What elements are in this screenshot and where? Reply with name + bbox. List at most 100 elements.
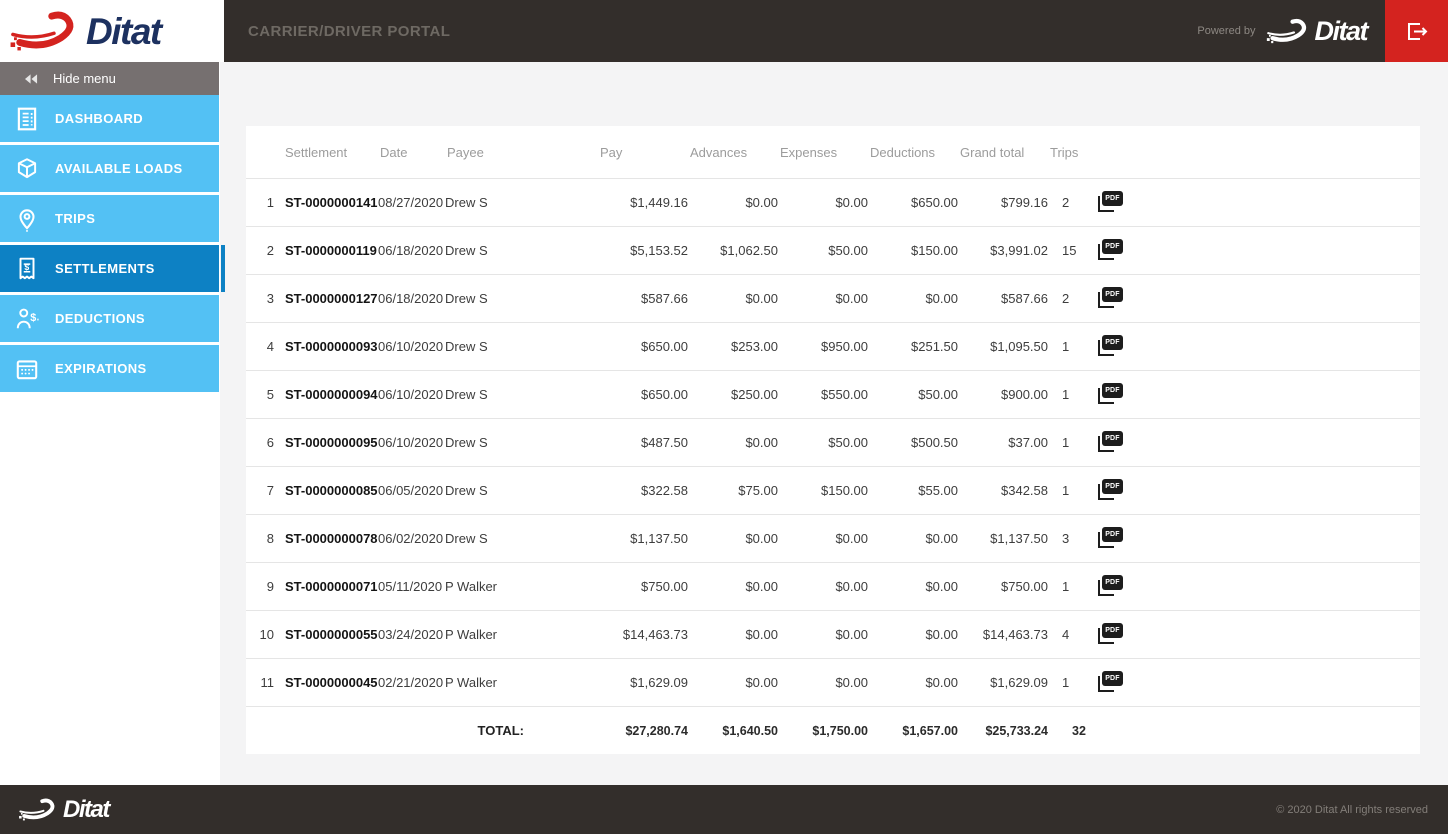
top-bar: Ditat CARRIER/DRIVER PORTAL Powered by [0,0,1448,62]
svg-text:$: $ [24,262,29,272]
row-number: 2 [246,243,274,258]
table-row: 9 ST-0000000071 05/11/2020 P Walker $750… [246,562,1420,610]
advances-amount: $0.00 [688,531,778,546]
sidebar-item-settlements[interactable]: $ SETTLEMENTS [0,245,219,292]
brand-name: Ditat [86,13,161,50]
settlement-id: ST-0000000085 [274,483,378,498]
total-advances: $1,640.50 [688,724,778,738]
settlements-table: Settlement Date Payee Pay Advances Expen… [246,126,1420,754]
pdf-icon[interactable]: PDF [1098,527,1123,548]
pdf-icon-label: PDF [1102,191,1123,206]
powered-by: Powered by Ditat [1197,16,1367,46]
ditat-logo-white: Ditat [1266,16,1368,46]
total-label: TOTAL: [445,723,598,738]
pdf-icon[interactable]: PDF [1098,335,1123,356]
pdf-icon-label: PDF [1102,479,1123,494]
table-row: 8 ST-0000000078 06/02/2020 Drew S $1,137… [246,514,1420,562]
pdf-icon-label: PDF [1102,239,1123,254]
pdf-icon[interactable]: PDF [1098,671,1123,692]
deductions-amount: $55.00 [868,483,958,498]
svg-text:$: $ [30,312,36,324]
trips-count: 1 [1048,579,1092,594]
trips-count: 1 [1048,483,1092,498]
footer: Ditat © 2020 Ditat All rights reserved [0,785,1448,834]
ditat-logo: Ditat [8,7,161,55]
settlement-date: 06/10/2020 [378,339,445,354]
pdf-icon[interactable]: PDF [1098,431,1123,452]
double-chevron-left-icon [25,74,38,84]
expenses-amount: $0.00 [778,675,868,690]
pdf-icon-label: PDF [1102,527,1123,542]
settlement-id: ST-0000000127 [274,291,378,306]
column-header-expenses: Expenses [778,145,868,160]
table-row: 4 ST-0000000093 06/10/2020 Drew S $650.0… [246,322,1420,370]
pdf-icon[interactable]: PDF [1098,575,1123,596]
brand-name: Ditat [1315,18,1368,45]
logout-button[interactable] [1385,0,1448,62]
trips-count: 15 [1048,243,1092,258]
pdf-icon[interactable]: PDF [1098,383,1123,404]
column-header-date: Date [378,145,445,160]
sidebar-item-trips[interactable]: TRIPS [0,195,219,242]
expenses-amount: $0.00 [778,627,868,642]
carrier-driver-portal: Ditat CARRIER/DRIVER PORTAL Powered by [0,0,1448,834]
hide-menu-label: Hide menu [53,71,116,86]
trips-count: 2 [1048,291,1092,306]
payee: Drew S [445,531,598,546]
sidebar-item-expirations[interactable]: EXPIRATIONS [0,345,219,392]
settlement-id: ST-0000000045 [274,675,378,690]
payee: Drew S [445,243,598,258]
table-row: 7 ST-0000000085 06/05/2020 Drew S $322.5… [246,466,1420,514]
expenses-amount: $0.00 [778,531,868,546]
sidebar: Hide menu DASHBOARD AVAILABLE LOADS TRIP… [0,62,220,785]
settlement-id: ST-0000000095 [274,435,378,450]
logo-area: Ditat [0,0,224,62]
advances-amount: $0.00 [688,291,778,306]
trips-count: 3 [1048,531,1092,546]
column-header-pay: Pay [598,145,688,160]
trips-count: 1 [1048,675,1092,690]
pay-amount: $322.58 [598,483,688,498]
pay-amount: $14,463.73 [598,627,688,642]
pdf-icon[interactable]: PDF [1098,191,1123,212]
table-row: 5 ST-0000000094 06/10/2020 Drew S $650.0… [246,370,1420,418]
row-number: 7 [246,483,274,498]
payee: Drew S [445,483,598,498]
powered-by-label: Powered by [1197,25,1255,37]
grand-total-amount: $750.00 [958,579,1048,594]
expenses-amount: $50.00 [778,435,868,450]
trips-count: 4 [1048,627,1092,642]
pdf-icon-label: PDF [1102,335,1123,350]
pdf-icon[interactable]: PDF [1098,287,1123,308]
dashboard-icon [13,105,40,132]
settlement-id: ST-0000000094 [274,387,378,402]
ditat-logo-footer: Ditat [18,796,109,823]
deductions-icon: $ [13,305,40,332]
advances-amount: $0.00 [688,195,778,210]
page-title: CARRIER/DRIVER PORTAL [248,23,450,40]
total-grand-total: $25,733.24 [958,724,1048,738]
total-trips: 32 [1048,724,1092,738]
sidebar-item-dashboard[interactable]: DASHBOARD [0,95,219,142]
brand-name: Ditat [63,798,109,822]
pdf-icon[interactable]: PDF [1098,623,1123,644]
grand-total-amount: $14,463.73 [958,627,1048,642]
row-number: 11 [246,675,274,690]
trips-icon [13,205,40,232]
sidebar-item-available-loads[interactable]: AVAILABLE LOADS [0,145,219,192]
table-row: 2 ST-0000000119 06/18/2020 Drew S $5,153… [246,226,1420,274]
sidebar-item-deductions[interactable]: $ DEDUCTIONS [0,295,219,342]
pdf-icon[interactable]: PDF [1098,239,1123,260]
table-row: 1 ST-0000000141 08/27/2020 Drew S $1,449… [246,178,1420,226]
grand-total-amount: $3,991.02 [958,243,1048,258]
pdf-icon[interactable]: PDF [1098,479,1123,500]
row-number: 9 [246,579,274,594]
deductions-amount: $251.50 [868,339,958,354]
payee: Drew S [445,291,598,306]
settlement-id: ST-0000000078 [274,531,378,546]
hide-menu-button[interactable]: Hide menu [0,62,219,95]
settlement-date: 06/10/2020 [378,387,445,402]
deductions-amount: $50.00 [868,387,958,402]
grand-total-amount: $1,629.09 [958,675,1048,690]
payee: Drew S [445,195,598,210]
